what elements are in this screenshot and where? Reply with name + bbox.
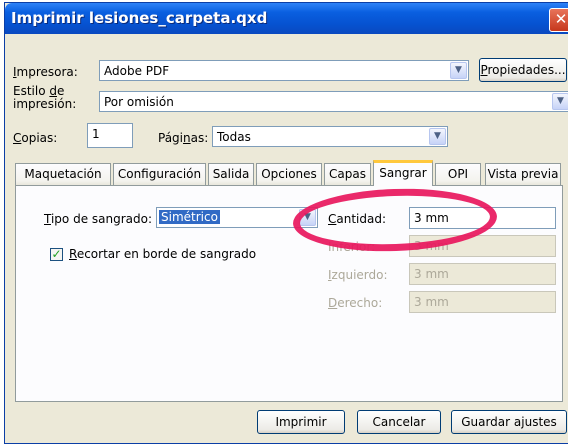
right-label: Derecho:	[328, 296, 383, 310]
tab-opciones[interactable]: Opciones	[256, 163, 322, 185]
tab-salida[interactable]: Salida	[208, 163, 254, 185]
left-field: 3 mm	[409, 263, 556, 285]
cancel-button[interactable]: Cancelar	[357, 410, 441, 434]
bottom-field: 3 mm	[409, 235, 556, 257]
print-button[interactable]: Imprimir	[257, 410, 345, 434]
save-settings-button[interactable]: Guardar ajustes	[451, 410, 567, 434]
print-dialog: Imprimir lesiones_carpeta.qxd ✕ Impresor…	[4, 2, 568, 444]
tab-configuracion[interactable]: Configuración	[113, 163, 206, 185]
chevron-down-icon[interactable]: ▼	[552, 93, 568, 110]
left-label: Izquierdo:	[328, 268, 388, 282]
tab-maquetacion[interactable]: Maquetación	[15, 163, 111, 185]
pages-select[interactable]: Todas ▼	[212, 126, 448, 147]
chevron-down-icon[interactable]: ▼	[429, 128, 446, 145]
dialog-title: Imprimir lesiones_carpeta.qxd	[11, 9, 268, 27]
clip-bleed-label[interactable]: Recortar en borde de sangrado	[69, 247, 256, 261]
pages-label: Páginas:	[158, 131, 209, 145]
print-style-value: Por omisión	[104, 95, 174, 109]
close-button[interactable]: ✕	[549, 8, 568, 32]
clip-bleed-checkbox[interactable]: ✓	[50, 248, 63, 261]
bleed-type-select[interactable]: Simétrico ▼	[156, 207, 318, 228]
print-style-select[interactable]: Por omisión ▼	[99, 91, 568, 112]
chevron-down-icon[interactable]: ▼	[450, 62, 467, 79]
bleed-type-value: Simétrico	[159, 210, 220, 224]
printer-value: Adobe PDF	[104, 64, 170, 78]
pages-value: Todas	[217, 130, 251, 144]
amount-field[interactable]: 3 mm	[409, 207, 556, 229]
tab-capas[interactable]: Capas	[324, 163, 371, 185]
copies-label: Copias:	[13, 131, 58, 145]
tab-sangrar[interactable]: Sangrar	[373, 160, 433, 186]
properties-button[interactable]: Propiedades...	[479, 58, 567, 82]
bleed-type-label: Tipo de sangrado:	[44, 212, 153, 226]
tab-vista-previa[interactable]: Vista previa	[485, 163, 561, 185]
copies-field[interactable]: 1	[87, 123, 133, 148]
printer-select[interactable]: Adobe PDF ▼	[99, 60, 469, 81]
bottom-label: Inferior:	[328, 240, 376, 254]
title-bar[interactable]: Imprimir lesiones_carpeta.qxd ✕	[5, 3, 568, 34]
checkmark-icon: ✓	[51, 247, 62, 261]
amount-label: Cantidad:	[328, 212, 387, 226]
print-style-label: Estilo de impresión:	[13, 84, 77, 111]
printer-label: Impresora:	[13, 65, 78, 79]
tab-opi[interactable]: OPI	[435, 163, 481, 185]
bleed-panel: Tipo de sangrado: Simétrico ▼ ✓ Recortar…	[15, 185, 563, 402]
right-field: 3 mm	[409, 291, 556, 313]
chevron-down-icon[interactable]: ▼	[299, 209, 316, 226]
